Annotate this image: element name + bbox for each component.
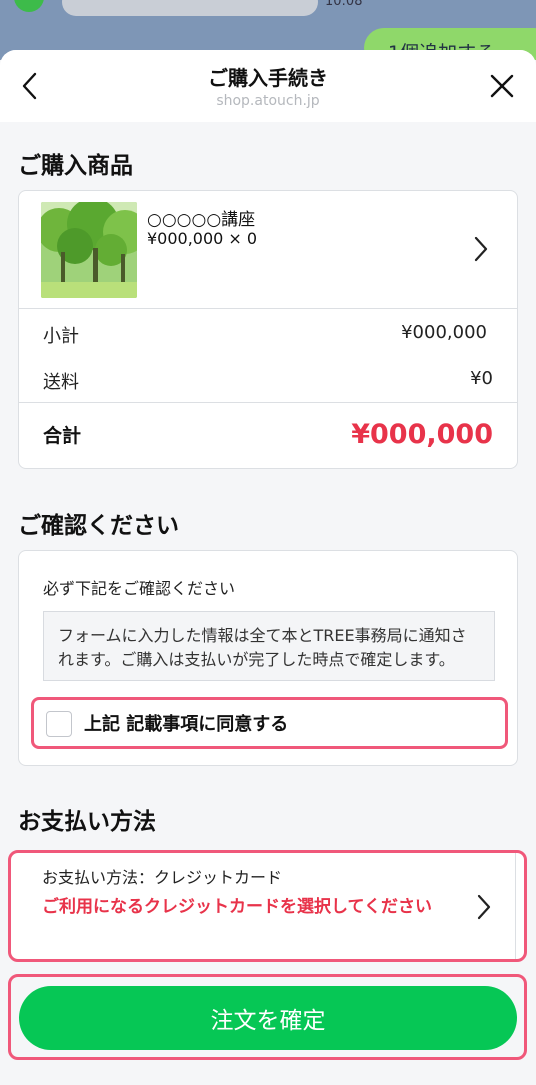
total-row: 合計 ¥000,000: [43, 419, 493, 450]
confirm-section-title: ご確認ください: [18, 513, 179, 539]
chat-timestamp: 10:08: [325, 0, 363, 9]
payment-method-card[interactable]: お支払い方法：クレジットカード ご利用になるクレジットカードを選択してください: [8, 850, 527, 962]
chevron-right-icon: [473, 235, 489, 267]
payment-method-label: お支払い方法：クレジットカード: [42, 868, 283, 887]
close-button[interactable]: [484, 68, 520, 104]
select-credit-card-link[interactable]: ご利用になるクレジットカードを選択してください: [42, 893, 472, 922]
confirm-card: 必ず下記をご確認ください フォームに入力した情報は全て本とTREE事務局に通知さ…: [18, 550, 518, 766]
divider: [515, 853, 516, 959]
subtotal-value: ¥000,000: [401, 322, 487, 343]
purchase-section-title: ご購入商品: [18, 153, 133, 179]
subtotal-row: 小計 ¥000,000: [43, 322, 493, 348]
payment-section-title: お支払い方法: [18, 809, 156, 835]
confirm-lead: 必ず下記をご確認ください: [43, 579, 236, 598]
close-icon: [490, 74, 514, 98]
agree-label[interactable]: 上記 記載事項に同意する: [84, 710, 288, 736]
confirm-order-button[interactable]: 注文を確定: [19, 986, 517, 1050]
terms-text[interactable]: フォームに入力した情報は全て本とTREE事務局に通知されます。ご購入は支払いが完…: [43, 611, 495, 681]
agree-checkbox[interactable]: [46, 711, 72, 737]
chevron-right-icon: [476, 893, 492, 925]
shipping-row: 送料 ¥0: [43, 368, 493, 394]
checkout-sheet: ご購入手続き shop.atouch.jp ご購入商品 ○○○○○講座 ¥000…: [0, 50, 536, 1085]
avatar: [14, 0, 44, 12]
total-value: ¥000,000: [351, 419, 493, 450]
shipping-label: 送料: [43, 372, 79, 393]
purchase-card: ○○○○○講座 ¥000,000 × 0 小計 ¥000,000 送料 ¥0 合…: [18, 190, 518, 469]
subtotal-label: 小計: [43, 326, 79, 347]
product-row[interactable]: ○○○○○講座 ¥000,000 × 0: [19, 191, 517, 309]
chat-bubble-received: [62, 0, 318, 16]
agree-checkbox-row[interactable]: 上記 記載事項に同意する: [31, 697, 508, 749]
product-thumbnail: [41, 202, 137, 298]
header: ご購入手続き shop.atouch.jp: [0, 50, 536, 122]
product-name: ○○○○○講座: [147, 210, 256, 230]
order-button-highlight: 注文を確定: [8, 974, 527, 1060]
page-domain: shop.atouch.jp: [216, 93, 320, 109]
shipping-value: ¥0: [470, 368, 493, 389]
page-title: ご購入手続き: [208, 66, 328, 90]
total-label: 合計: [43, 425, 82, 447]
product-price: ¥000,000 × 0: [147, 229, 258, 248]
divider: [19, 402, 517, 403]
